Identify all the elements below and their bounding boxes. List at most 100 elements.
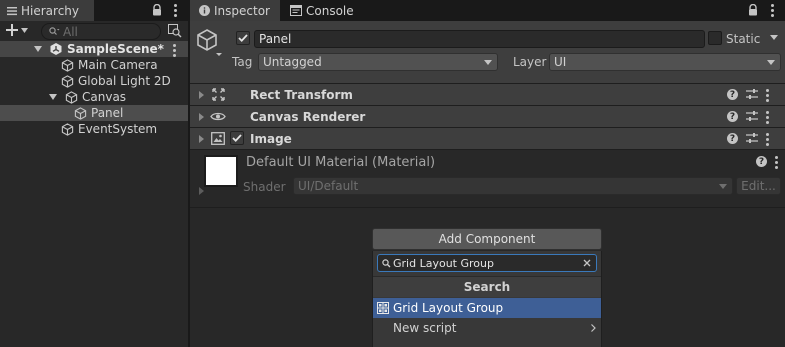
- expand-arrow-icon: [49, 94, 61, 100]
- component-title: Rect Transform: [250, 87, 353, 102]
- chevron-right-icon: [591, 324, 596, 332]
- list-icon: [7, 6, 17, 16]
- image-enabled-checkbox[interactable]: [230, 131, 244, 145]
- gameobject-cube-icon: [61, 58, 78, 72]
- tab-hierarchy[interactable]: Hierarchy: [0, 0, 94, 21]
- search-section-label: Search: [463, 280, 511, 294]
- foldout-arrow-icon: [199, 135, 204, 143]
- chevron-down-icon: [767, 60, 775, 65]
- search-icon: [49, 27, 60, 36]
- help-icon[interactable]: ?: [727, 133, 738, 144]
- static-label: Static: [726, 32, 761, 46]
- eye-icon: [210, 111, 226, 122]
- hierarchy-item-label: Panel: [91, 106, 124, 120]
- plus-icon: [6, 24, 18, 36]
- checkmark-icon: [232, 134, 242, 142]
- add-component-popup: Grid Layout Group Search Grid Layout Gro…: [372, 251, 602, 347]
- hierarchy-item-label: Canvas: [82, 90, 127, 104]
- tab-inspector[interactable]: Inspector: [190, 0, 280, 21]
- inspector-tabbar: Inspector Console: [190, 0, 785, 21]
- add-component-label: Add Component: [438, 232, 536, 246]
- gameobject-cube-icon-large: [196, 28, 222, 58]
- console-icon: [290, 5, 302, 16]
- layer-dropdown[interactable]: UI: [549, 53, 781, 71]
- presets-sliders-icon[interactable]: [746, 110, 758, 122]
- search-section-header: Search: [373, 276, 601, 297]
- component-menu-icon[interactable]: [766, 111, 769, 124]
- result-grid-layout-group[interactable]: Grid Layout Group: [373, 298, 601, 318]
- presets-sliders-icon[interactable]: [746, 88, 758, 100]
- hierarchy-item-global-light[interactable]: Global Light 2D: [61, 73, 171, 89]
- active-checkbox[interactable]: [236, 31, 250, 45]
- chevron-down-icon: [484, 60, 492, 65]
- shader-value: UI/Default: [298, 179, 359, 193]
- add-component-button[interactable]: Add Component: [372, 228, 602, 250]
- inspector-panel: Inspector Console Panel Static Tag Untag…: [190, 0, 785, 347]
- static-checkbox[interactable]: [708, 31, 722, 45]
- hierarchy-item-label: EventSystem: [78, 122, 158, 136]
- foldout-arrow-icon: [199, 91, 204, 99]
- checkmark-icon: [238, 34, 248, 42]
- info-icon: [199, 5, 210, 16]
- hierarchy-tabbar: Hierarchy: [0, 0, 188, 21]
- gameobject-cube-icon: [61, 122, 78, 136]
- component-canvas-renderer[interactable]: Canvas Renderer ?: [190, 105, 785, 127]
- inspector-pane-menu-icon[interactable]: [765, 3, 779, 17]
- help-icon[interactable]: ?: [756, 156, 767, 167]
- lock-icon[interactable]: [150, 3, 164, 17]
- component-menu-icon[interactable]: [766, 89, 769, 102]
- chevron-down-icon: [719, 184, 727, 189]
- layer-label: Layer: [513, 55, 547, 69]
- tag-dropdown[interactable]: Untagged: [258, 53, 498, 71]
- result-new-script[interactable]: New script: [373, 318, 601, 338]
- scene-node[interactable]: SampleScene*: [34, 41, 164, 57]
- create-button[interactable]: [6, 24, 28, 36]
- foldout-arrow-icon: [199, 113, 204, 121]
- shader-label: Shader: [243, 180, 286, 194]
- component-image[interactable]: Image ?: [190, 127, 785, 149]
- tag-value: Untagged: [263, 55, 322, 69]
- inspector-lock-icon[interactable]: [746, 3, 760, 17]
- hierarchy-item-label: Global Light 2D: [78, 74, 171, 88]
- component-search-value: Grid Layout Group: [393, 256, 494, 270]
- hierarchy-item-canvas[interactable]: Canvas: [49, 89, 126, 105]
- clear-search-icon[interactable]: [583, 259, 591, 267]
- hierarchy-item-panel[interactable]: Panel: [74, 105, 123, 121]
- component-menu-icon[interactable]: [766, 133, 769, 146]
- gameobject-cube-icon: [65, 90, 82, 104]
- presets-sliders-icon[interactable]: [746, 132, 758, 144]
- hierarchy-item-eventsystem[interactable]: EventSystem: [61, 121, 157, 137]
- material-menu-icon[interactable]: [775, 156, 778, 169]
- tab-hierarchy-label: Hierarchy: [21, 3, 80, 18]
- scene-menu-icon[interactable]: [173, 44, 176, 57]
- material-preview-swatch[interactable]: [204, 155, 238, 187]
- scene-search-icon[interactable]: [168, 24, 182, 38]
- component-rect-transform[interactable]: Rect Transform ?: [190, 83, 785, 105]
- hierarchy-search-placeholder: All: [63, 24, 78, 39]
- tab-console-label: Console: [306, 3, 354, 18]
- gameobject-cube-icon: [74, 106, 91, 120]
- rect-transform-icon: [212, 88, 225, 101]
- result-label: New script: [393, 321, 457, 335]
- result-label: Grid Layout Group: [393, 301, 504, 315]
- help-icon[interactable]: ?: [727, 89, 738, 100]
- static-dropdown-arrow-icon[interactable]: [770, 35, 778, 40]
- shader-dropdown[interactable]: UI/Default: [293, 177, 733, 195]
- material-title: Default UI Material (Material): [246, 155, 436, 170]
- pane-menu-icon[interactable]: [168, 3, 182, 17]
- hierarchy-item-main-camera[interactable]: Main Camera: [61, 57, 158, 73]
- chevron-down-icon: [21, 27, 28, 33]
- material-foldout-arrow-icon[interactable]: [199, 187, 204, 195]
- component-title: Image: [250, 131, 292, 146]
- component-search-input[interactable]: Grid Layout Group: [377, 254, 597, 272]
- hierarchy-toolbar: All: [0, 21, 188, 42]
- image-icon: [211, 132, 225, 145]
- object-name-input[interactable]: Panel: [254, 30, 705, 48]
- layer-value: UI: [554, 55, 567, 69]
- tag-label: Tag: [232, 55, 253, 69]
- hierarchy-search-input[interactable]: All: [41, 23, 161, 40]
- tab-console[interactable]: Console: [281, 0, 361, 21]
- component-title: Canvas Renderer: [250, 109, 366, 124]
- shader-edit-button[interactable]: Edit...: [736, 177, 781, 195]
- help-icon[interactable]: ?: [727, 111, 738, 122]
